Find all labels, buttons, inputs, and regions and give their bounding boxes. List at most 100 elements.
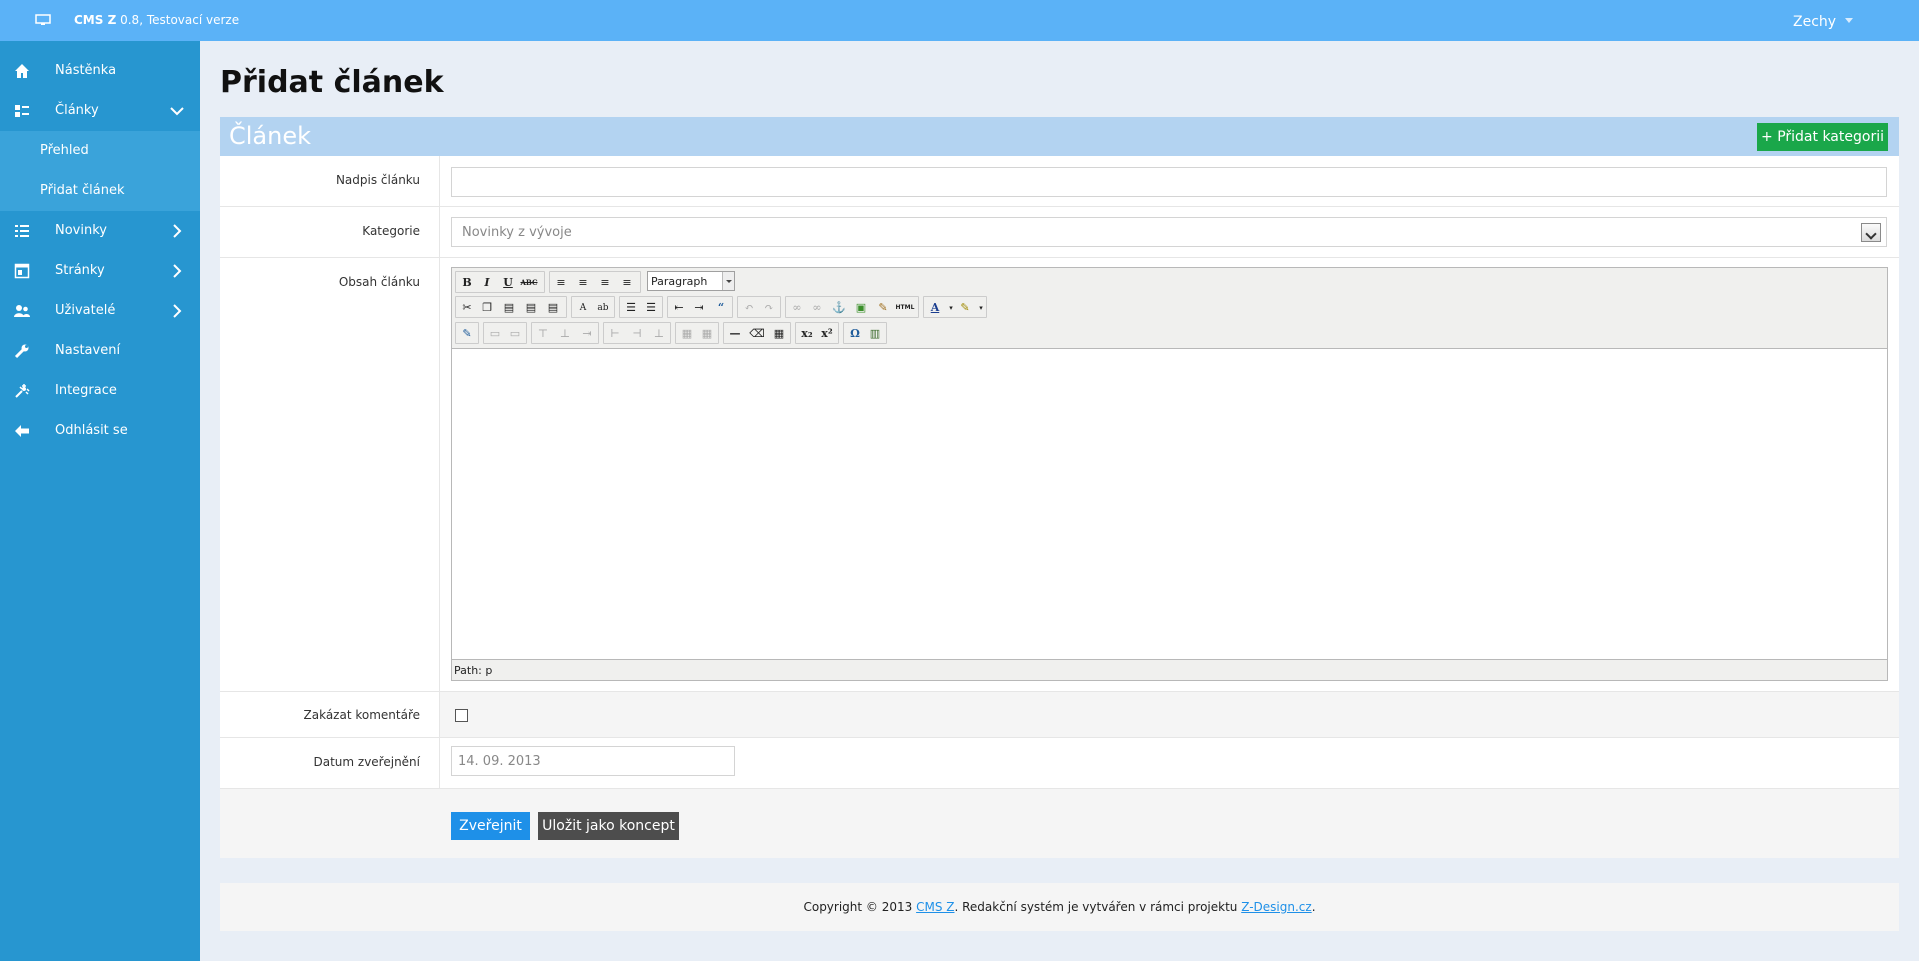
sidebar-item-news[interactable]: Novinky	[0, 211, 200, 251]
sidebar-item-logout[interactable]: Odhlásit se	[0, 411, 200, 451]
insert-row-after-icon[interactable]: ⊥	[556, 325, 574, 343]
format-value: Paragraph	[651, 275, 708, 288]
cleanup-icon[interactable]: ✎	[874, 299, 892, 317]
toolbar-group: A ab	[571, 296, 615, 318]
cms-link[interactable]: CMS Z	[916, 900, 954, 914]
integration-icon	[15, 384, 30, 398]
sidebar-item-users[interactable]: Uživatelé	[0, 291, 200, 331]
user-menu[interactable]: Zechy	[1793, 14, 1836, 30]
label-cell: Zakázat komentáře	[220, 692, 440, 737]
redo-icon[interactable]: ↷	[760, 299, 778, 317]
indent-icon[interactable]: ⇥	[690, 299, 708, 317]
insert-row-before-icon[interactable]: ⊤	[534, 325, 552, 343]
outdent-icon[interactable]: ⇤	[670, 299, 688, 317]
form-actions: Zveřejnit Uložit jako koncept	[220, 790, 1899, 858]
chevron-right-icon	[173, 224, 182, 238]
align-center-icon[interactable]: ≡	[574, 274, 592, 292]
select-dropdown-icon[interactable]	[1861, 223, 1881, 242]
align-right-icon[interactable]: ≡	[596, 274, 614, 292]
chevron-down-icon	[722, 272, 734, 290]
bold-icon[interactable]: B	[458, 274, 476, 292]
toolbar-group: — ⌫ ▦	[723, 322, 791, 344]
table-cell-props-icon[interactable]: ▭	[506, 325, 524, 343]
strikethrough-icon[interactable]: ABC	[520, 274, 538, 292]
align-justify-icon[interactable]: ≡	[618, 274, 636, 292]
label-cell: Datum zveřejnění	[220, 738, 440, 788]
category-row: Kategorie Novinky z vývoje	[220, 207, 1899, 258]
underline-icon[interactable]: U	[499, 274, 517, 292]
sidebar-item-dashboard[interactable]: Nástěnka	[0, 51, 200, 91]
category-select[interactable]: Novinky z vývoje	[451, 217, 1887, 247]
cut-icon[interactable]: ✂	[458, 299, 476, 317]
delete-col-icon[interactable]: ⊥	[650, 325, 668, 343]
title-row: Nadpis článku	[220, 156, 1899, 207]
article-title-input[interactable]	[451, 167, 1887, 197]
rich-text-editor: B I U ABC ≡ ≡ ≡ ≡ Paragraph ✂ ❐ ▤ ▤ ▤ A …	[451, 267, 1888, 681]
main-content: Přidat článek Článek + Přidat kategorii …	[200, 41, 1919, 961]
wrench-icon	[14, 344, 29, 359]
chevron-right-icon	[173, 264, 182, 278]
toolbar-group: ▦ ▦	[675, 322, 719, 344]
merge-cells-icon[interactable]: ▦	[698, 325, 716, 343]
paste-text-icon[interactable]: ▤	[522, 299, 540, 317]
blockquote-icon[interactable]: “	[712, 299, 730, 317]
project-link[interactable]: Z-Design.cz	[1241, 900, 1311, 914]
numbered-list-icon[interactable]: ☰	[642, 299, 660, 317]
superscript-icon[interactable]: x²	[818, 325, 836, 343]
disable-comments-checkbox[interactable]	[455, 709, 468, 722]
edit-icon[interactable]: ✎	[458, 325, 476, 343]
title-label: Nadpis článku	[335, 173, 420, 187]
delete-row-icon[interactable]: ⇥	[578, 325, 596, 343]
undo-icon[interactable]: ↶	[740, 299, 758, 317]
horizontal-rule-icon[interactable]: —	[726, 325, 744, 343]
italic-icon[interactable]: I	[478, 274, 496, 292]
toolbar-group: x₂ x²	[795, 322, 839, 344]
copyright-text: Copyright © 2013	[803, 900, 913, 914]
special-char-icon[interactable]: Ω	[846, 325, 864, 343]
split-cells-icon[interactable]: ▦	[678, 325, 696, 343]
footer-suffix: .	[1311, 900, 1316, 914]
subscript-icon[interactable]: x₂	[798, 325, 816, 343]
sidebar-item-settings[interactable]: Nastavení	[0, 331, 200, 371]
sidebar-item-integration[interactable]: Integrace	[0, 371, 200, 411]
publish-button[interactable]: Zveřejnit	[451, 812, 530, 840]
replace-icon[interactable]: ab	[594, 299, 612, 317]
bullet-list-icon[interactable]: ☰	[622, 299, 640, 317]
paste-icon[interactable]: ▤	[500, 299, 518, 317]
media-icon[interactable]: ▥	[866, 325, 884, 343]
unlink-icon[interactable]: ∞	[808, 299, 826, 317]
editor-path-bar: Path: p	[454, 664, 493, 677]
editor-content-area[interactable]	[452, 348, 1887, 660]
sidebar-subitem-overview[interactable]: Přehled	[0, 131, 200, 171]
editor-toolbar-row-3: ✎ ▭ ▭ ⊤ ⊥ ⇥ ⊢ ⊣ ⊥ ▦ ▦ — ⌫ ▦ x₂ x² Ω ▥	[455, 322, 895, 344]
category-label: Kategorie	[362, 224, 420, 238]
publish-date-input[interactable]: 14. 09. 2013	[451, 746, 735, 776]
toolbar-group: ☰ ☰	[619, 296, 663, 318]
align-left-icon[interactable]: ≡	[552, 274, 570, 292]
format-select[interactable]: Paragraph	[647, 271, 735, 291]
add-category-button[interactable]: + Přidat kategorii	[1757, 123, 1888, 151]
copy-icon[interactable]: ❐	[478, 299, 496, 317]
chevron-down-icon[interactable]: ▾	[972, 299, 990, 317]
sidebar-item-pages[interactable]: Stránky	[0, 251, 200, 291]
content-row: Obsah článku B I U ABC ≡ ≡ ≡ ≡ Paragraph…	[220, 258, 1899, 692]
sidebar-subitem-add-article[interactable]: Přidat článek	[0, 171, 200, 211]
page-title: Přidat článek	[220, 65, 444, 100]
insert-col-after-icon[interactable]: ⊣	[628, 325, 646, 343]
monitor-icon	[35, 14, 51, 25]
sidebar-item-articles[interactable]: Články	[0, 91, 200, 131]
toolbar-group: ≡ ≡ ≡ ≡	[549, 271, 641, 293]
table-icon[interactable]: ▦	[770, 325, 788, 343]
insert-col-before-icon[interactable]: ⊢	[606, 325, 624, 343]
image-icon[interactable]: ▣	[852, 299, 870, 317]
html-icon[interactable]: HTML	[894, 299, 916, 317]
table-row-props-icon[interactable]: ▭	[486, 325, 504, 343]
paste-word-icon[interactable]: ▤	[544, 299, 562, 317]
save-draft-button[interactable]: Uložit jako koncept	[538, 812, 679, 840]
find-icon[interactable]: A	[574, 299, 592, 317]
caret-down-icon[interactable]	[1845, 18, 1853, 23]
sidebar-item-label: Uživatelé	[55, 303, 116, 318]
anchor-icon[interactable]: ⚓	[830, 299, 848, 317]
link-icon[interactable]: ∞	[788, 299, 806, 317]
remove-format-icon[interactable]: ⌫	[748, 325, 766, 343]
